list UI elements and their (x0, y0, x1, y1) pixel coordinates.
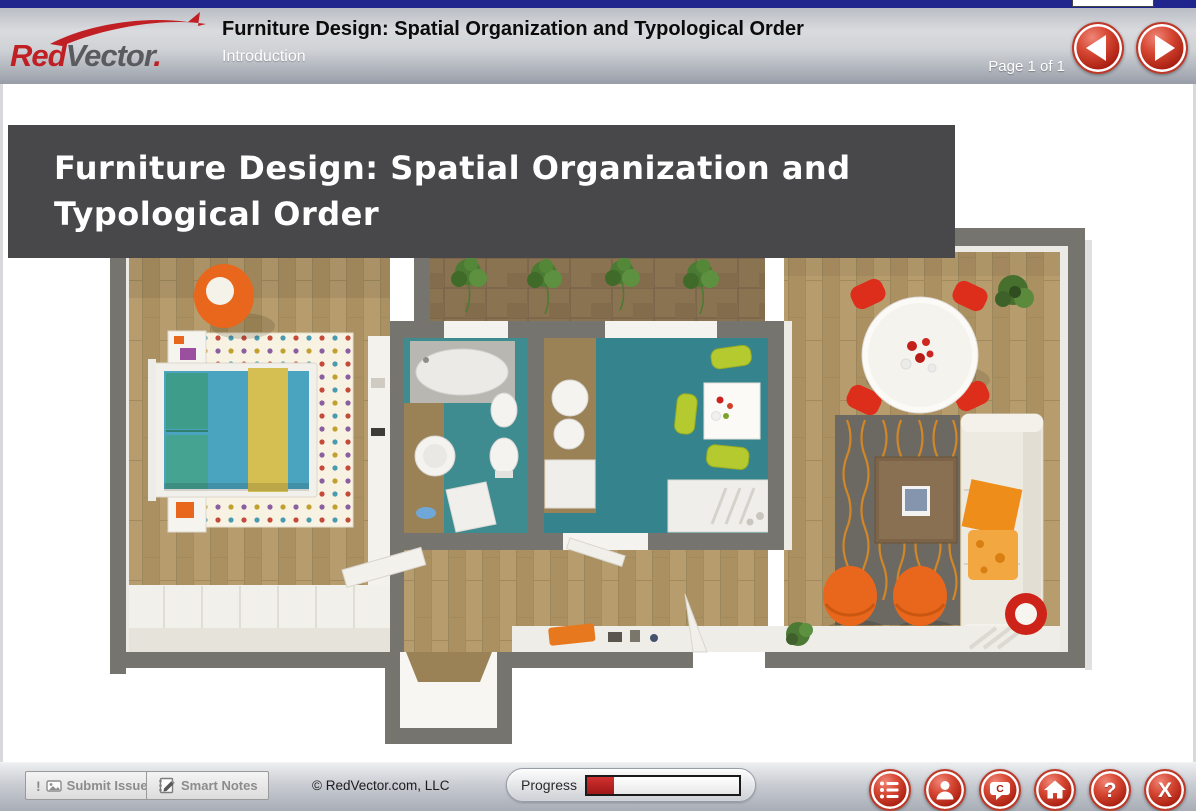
progress-label: Progress (521, 777, 577, 793)
profile-button[interactable] (924, 769, 966, 811)
submit-issue-label: Submit Issue (67, 778, 148, 793)
smart-notes-label: Smart Notes (181, 778, 258, 793)
slide-title-banner: Furniture Design: Spatial Organization a… (8, 125, 955, 258)
submit-issue-button[interactable]: ! Submit Issue (25, 771, 159, 800)
lesson-title: Introduction (222, 48, 804, 66)
logo-text: RedVector. (10, 38, 161, 74)
player-toolbar: ! Submit Issue Smart Notes © RedVector.c… (0, 762, 1196, 811)
menu-button[interactable] (869, 769, 911, 811)
slide-title-line2: Typological Order (54, 191, 955, 237)
slide-title-line1: Furniture Design: Spatial Organization a… (54, 145, 955, 191)
arrow-right-icon (1155, 35, 1175, 61)
chat-button[interactable]: C (979, 769, 1021, 811)
svg-text:C: C (996, 783, 1004, 795)
notepad-pencil-icon (157, 777, 176, 794)
arrow-left-icon (1086, 35, 1106, 61)
header-titles: Furniture Design: Spatial Organization a… (222, 18, 804, 66)
image-report-icon (46, 780, 62, 792)
browser-artifact (1072, 0, 1154, 7)
progress-track (585, 775, 741, 796)
person-icon (933, 778, 957, 802)
slide-area: Furniture Design: Spatial Organization a… (0, 84, 1196, 762)
list-icon (878, 778, 902, 802)
exclamation-icon: ! (36, 778, 41, 794)
exit-button[interactable]: X (1144, 769, 1186, 811)
help-button[interactable]: ? (1089, 769, 1131, 811)
copyright-text: © RedVector.com, LLC (312, 778, 450, 793)
home-button[interactable] (1034, 769, 1076, 811)
page-indicator: Page 1 of 1 (988, 58, 1065, 75)
chat-c-icon: C (988, 778, 1012, 802)
home-icon (1043, 778, 1067, 802)
smart-notes-button[interactable]: Smart Notes (146, 771, 269, 800)
floorplan-image (108, 228, 1093, 746)
question-icon: ? (1104, 780, 1117, 801)
redvector-logo: RedVector. (10, 10, 215, 82)
progress-fill (587, 777, 614, 794)
close-icon: X (1158, 780, 1172, 801)
top-blue-bar (0, 0, 1196, 8)
progress-widget: Progress (506, 768, 756, 802)
prev-page-button[interactable] (1072, 22, 1124, 74)
course-header: RedVector. Furniture Design: Spatial Org… (0, 8, 1196, 85)
player-controls: C ? X (869, 769, 1186, 811)
next-page-button[interactable] (1136, 22, 1188, 74)
course-title: Furniture Design: Spatial Organization a… (222, 18, 804, 41)
